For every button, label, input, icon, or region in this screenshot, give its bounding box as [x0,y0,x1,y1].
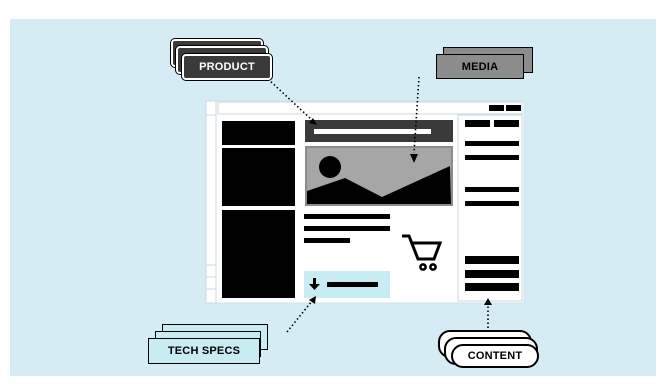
right-block [465,270,519,278]
right-line [465,141,519,146]
media-label: MEDIA [436,54,524,79]
right-line [465,201,519,206]
product-label: PRODUCT [182,54,272,80]
right-tab [494,120,519,127]
left-block [222,121,295,145]
wireframe-page [205,76,525,333]
text-line [304,226,390,231]
header-button [489,105,504,111]
left-gutter [205,100,217,304]
left-block [222,148,295,206]
right-line [465,155,519,160]
right-tab [465,120,490,127]
right-block [465,283,519,291]
content-label: CONTENT [451,344,539,368]
left-block [222,210,295,298]
tech-specs-label: TECH SPECS [148,338,260,364]
product-title-line [314,129,431,134]
right-block [465,256,519,264]
diagram-canvas: PRODUCT MEDIA TECH SPECS CONTENT [10,19,656,376]
text-line [304,238,350,243]
connector-tech-specs [286,300,313,333]
right-line [465,187,519,192]
header-button [506,105,521,111]
header-bar [217,101,523,115]
sun-shape [319,156,341,178]
download-line [327,282,378,287]
text-line [304,214,390,219]
